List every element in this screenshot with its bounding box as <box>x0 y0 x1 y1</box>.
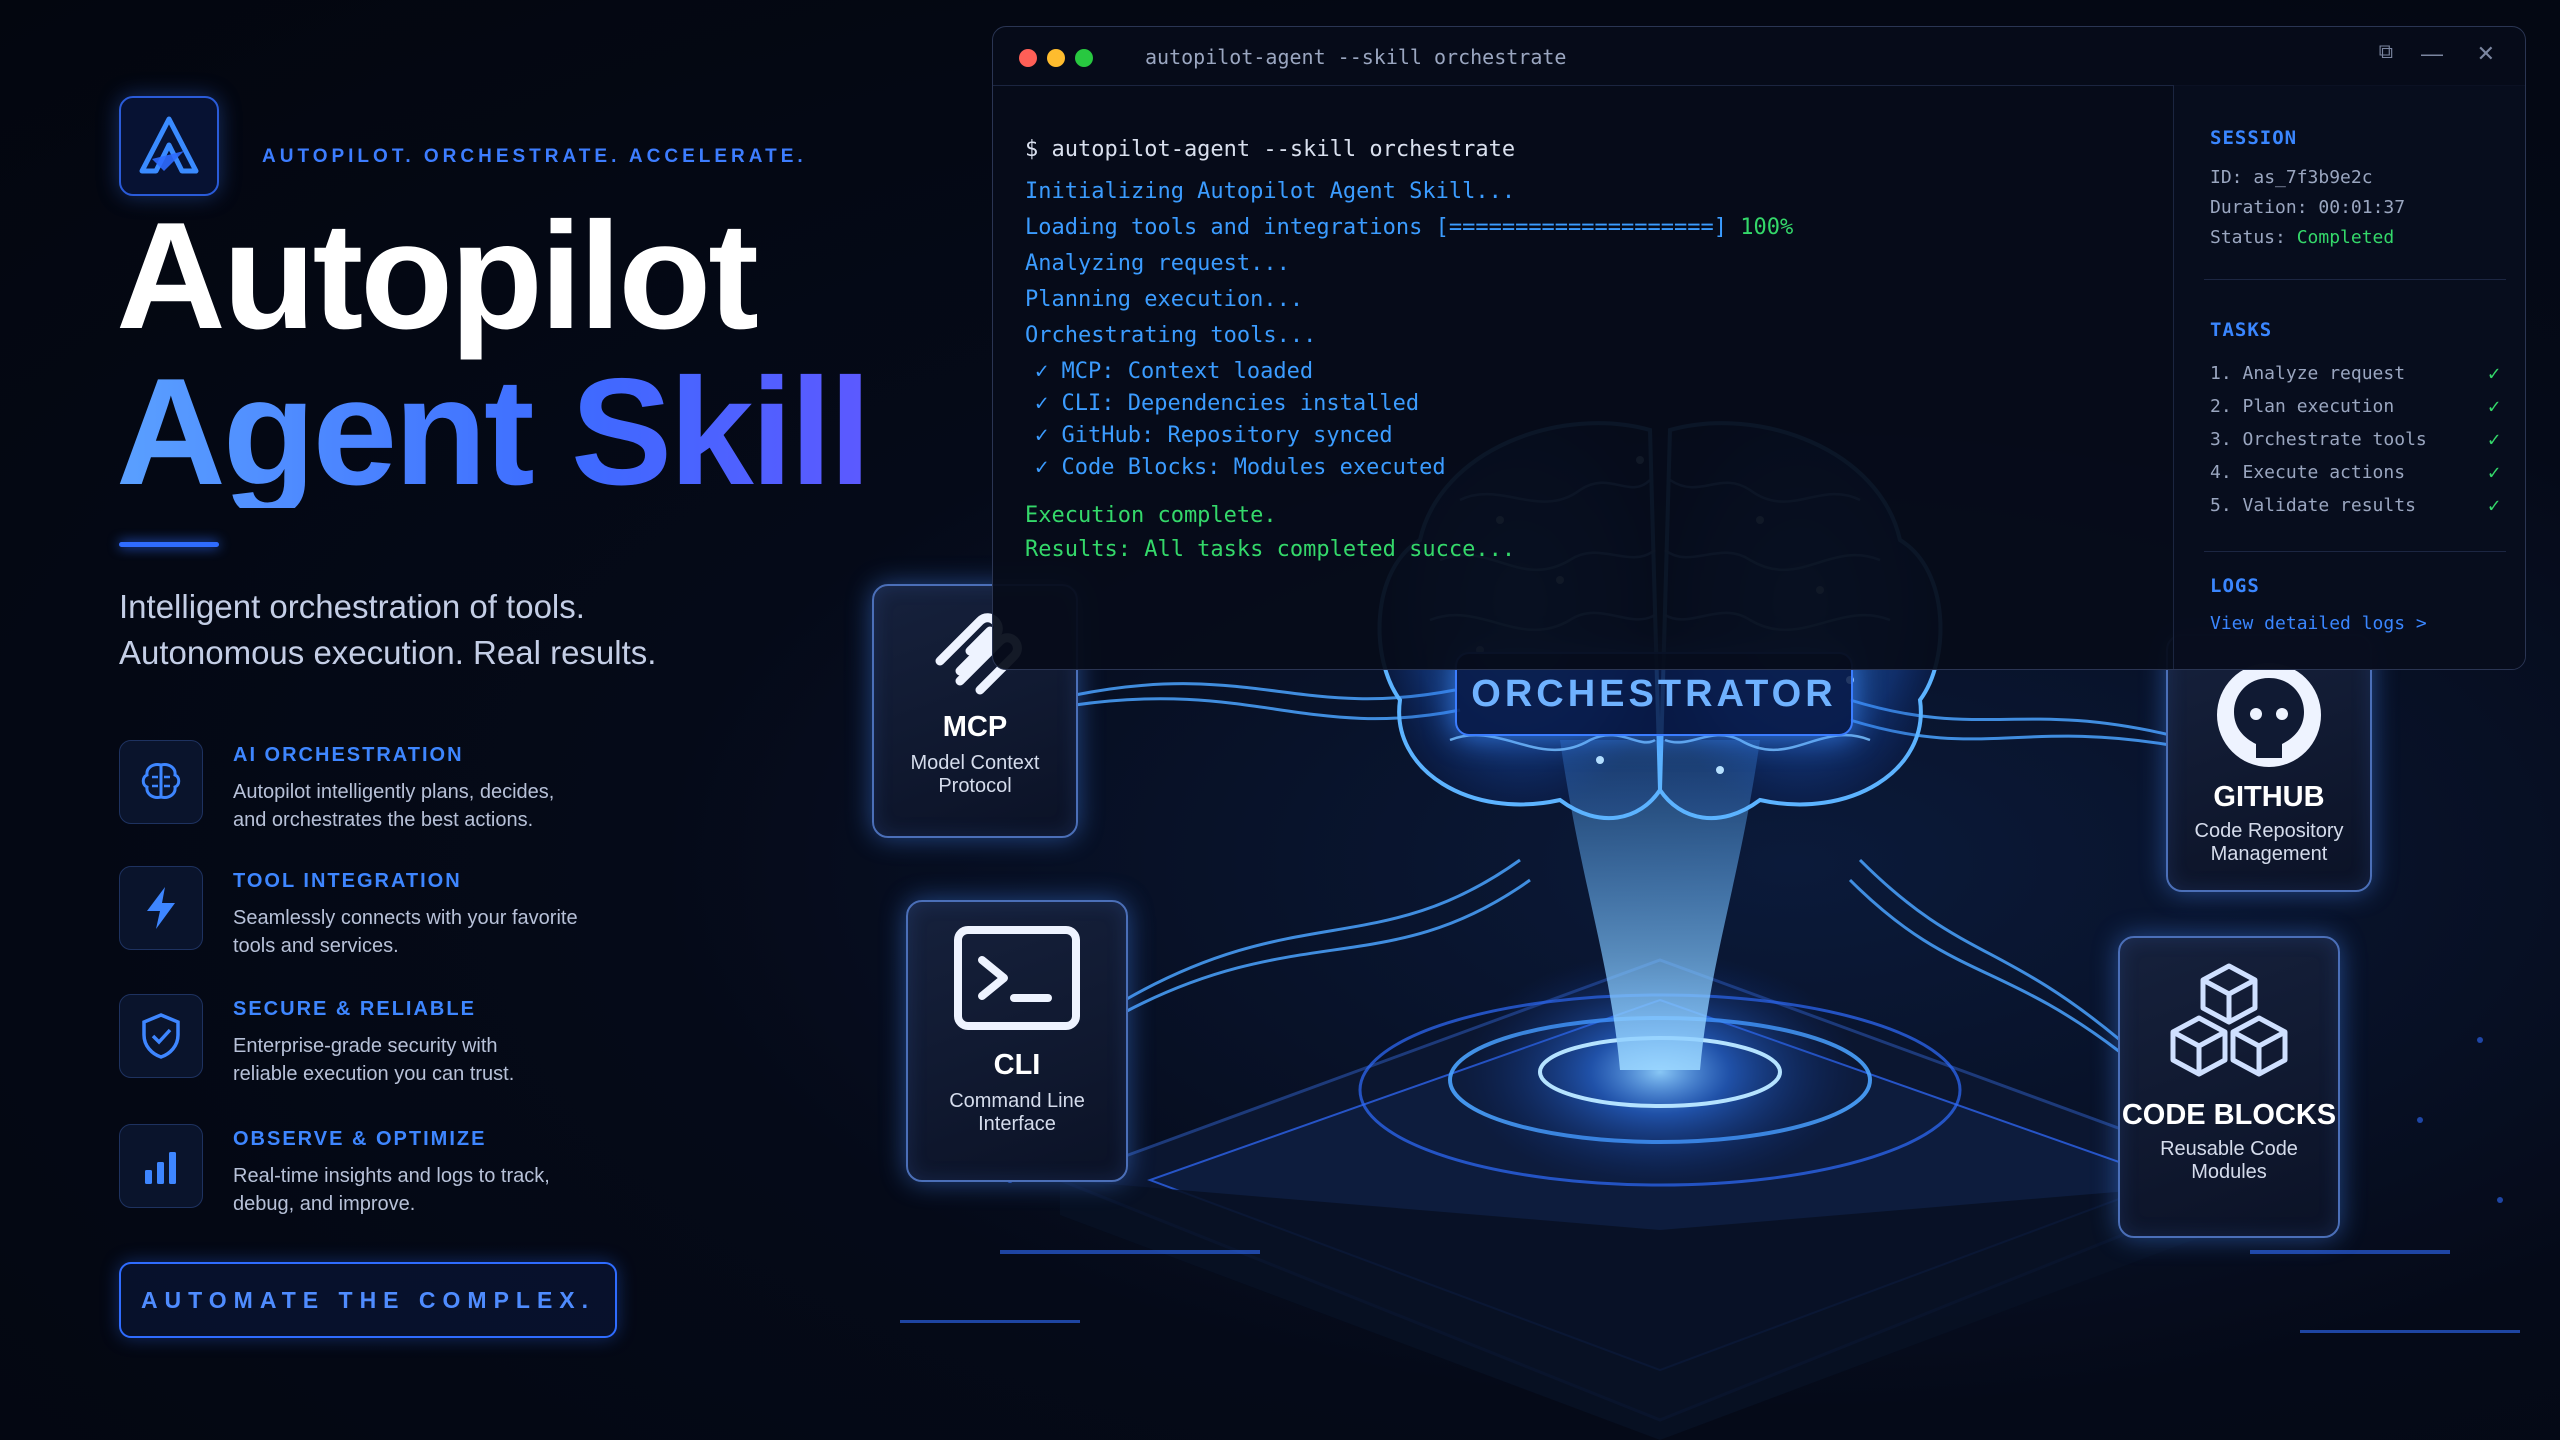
minimize-dot[interactable] <box>1047 49 1065 67</box>
divider <box>2204 279 2506 280</box>
close-dot[interactable] <box>1019 49 1037 67</box>
module-name: MCP <box>942 711 1008 743</box>
module-description-line: Modules <box>2191 1161 2267 1183</box>
check-icon: ✓ <box>2487 361 2500 385</box>
terminal-title: autopilot-agent --skill orchestrate <box>1145 45 1567 69</box>
terminal-line-text: Loading tools and integrations [========… <box>1025 215 1727 240</box>
progress-percent: 100% <box>1740 215 1794 240</box>
terminal-line: ✓ CLI: Dependencies installed <box>1035 391 1420 416</box>
terminal-icon <box>954 926 1080 1030</box>
check-icon: ✓ <box>2487 394 2500 418</box>
terminal-line: Results: All tasks completed succe... <box>1025 537 1516 562</box>
cubes-icon <box>2170 963 2288 1077</box>
terminal-line: Analyzing request... <box>1025 251 1290 276</box>
close-icon[interactable]: ✕ <box>2477 41 2495 67</box>
module-code-blocks[interactable]: CODE BLOCKS Reusable Code Modules <box>2118 936 2340 1238</box>
check-icon: ✓ <box>2487 427 2500 451</box>
module-description: Model Context Protocol <box>874 752 1076 798</box>
module-description: Command Line Interface <box>908 1090 1126 1136</box>
logs-header: LOGS <box>2210 575 2260 597</box>
session-duration: Duration: 00:01:37 <box>2210 197 2405 218</box>
session-status-label: Status: <box>2210 227 2286 248</box>
check-icon: ✓ <box>2487 493 2500 517</box>
module-description-line: Command Line <box>949 1090 1085 1112</box>
session-id: ID: as_7f3b9e2c <box>2210 167 2373 188</box>
terminal-line: ✓ Code Blocks: Modules executed <box>1035 455 1446 480</box>
tasks-header: TASKS <box>2210 319 2273 341</box>
session-status: Status: Completed <box>2210 227 2394 248</box>
module-name: CLI <box>993 1049 1041 1081</box>
module-description-line: Reusable Code <box>2160 1138 2298 1160</box>
view-logs-link[interactable]: View detailed logs > <box>2210 613 2427 634</box>
terminal-line: Initializing Autopilot Agent Skill... <box>1025 179 1516 204</box>
terminal-line: Orchestrating tools... <box>1025 323 1317 348</box>
task-item: 5. Validate results <box>2210 495 2416 516</box>
terminal-line: $ autopilot-agent --skill orchestrate <box>1025 137 1516 162</box>
module-description-line: Management <box>2210 843 2328 865</box>
module-cli[interactable]: CLI Command Line Interface <box>906 900 1128 1182</box>
module-github[interactable]: GITHUB Code Repository Management <box>2166 634 2372 892</box>
module-name: GITHUB <box>2213 781 2325 813</box>
module-description-line: Interface <box>978 1113 1056 1135</box>
github-icon <box>2217 663 2321 767</box>
module-name: CODE BLOCKS <box>2121 1099 2337 1131</box>
session-header: SESSION <box>2210 127 2298 149</box>
terminal-line: Loading tools and integrations [========… <box>1025 215 1793 240</box>
session-duration-value: 00:01:37 <box>2318 197 2406 218</box>
terminal-line: ✓ GitHub: Repository synced <box>1035 423 1393 448</box>
session-id-value: as_7f3b9e2c <box>2253 167 2373 188</box>
restore-icon[interactable]: ⧉ <box>2379 41 2393 64</box>
minimize-icon[interactable]: — <box>2421 41 2443 67</box>
module-description: Reusable Code Modules <box>2120 1138 2338 1184</box>
terminal-line: Planning execution... <box>1025 287 1304 312</box>
terminal-titlebar: autopilot-agent --skill orchestrate ⧉ — … <box>993 27 2525 86</box>
task-item: 1. Analyze request <box>2210 363 2406 384</box>
task-item: 3. Orchestrate tools <box>2210 429 2427 450</box>
terminal-line: ✓ MCP: Context loaded <box>1035 359 1314 384</box>
status-badge: Completed <box>2296 227 2395 248</box>
module-description: Code Repository Management <box>2168 820 2370 866</box>
session-panel: SESSION ID: as_7f3b9e2c Duration: 00:01:… <box>2173 85 2525 669</box>
task-item: 4. Execute actions <box>2210 462 2406 483</box>
session-id-label: ID: <box>2210 167 2243 188</box>
divider <box>2204 551 2506 552</box>
module-description-line: Protocol <box>938 775 1012 797</box>
module-description-line: Model Context <box>910 752 1040 774</box>
session-duration-label: Duration: <box>2210 197 2308 218</box>
terminal-window: autopilot-agent --skill orchestrate ⧉ — … <box>992 26 2526 670</box>
check-icon: ✓ <box>2487 460 2500 484</box>
task-item: 2. Plan execution <box>2210 396 2395 417</box>
terminal-line: Execution complete. <box>1025 503 1277 528</box>
module-description-line: Code Repository <box>2194 820 2344 842</box>
maximize-dot[interactable] <box>1075 49 1093 67</box>
